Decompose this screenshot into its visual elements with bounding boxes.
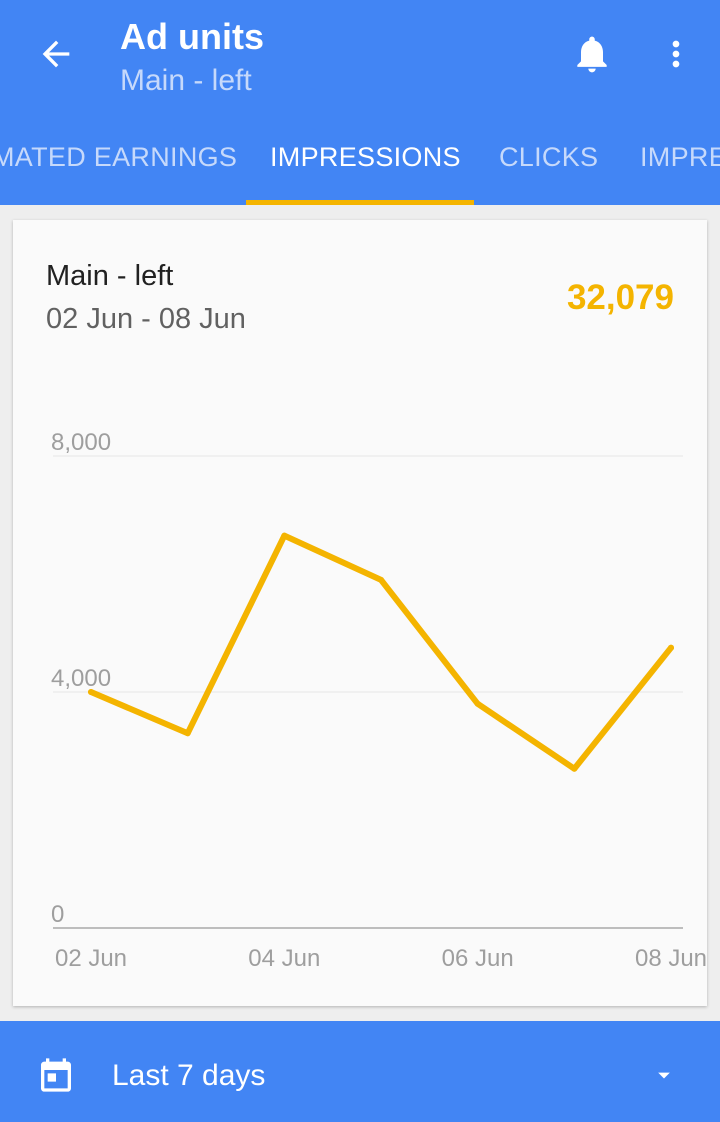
notifications-button[interactable] [566,28,618,80]
data-point [281,532,288,539]
x-tick-label: 08 Jun [635,945,707,972]
date-range-bar[interactable]: Last 7 days [0,1021,720,1122]
tab-clicks[interactable]: CLICKS [499,110,598,205]
more-vert-icon [672,40,680,68]
stats-card: Main - left 02 Jun - 08 Jun 32,079 8,000… [13,220,707,1006]
more-options-button[interactable] [652,28,700,80]
bell-icon [577,36,607,73]
x-tick-label: 02 Jun [55,945,127,972]
impressions-chart: 8,000 4,000 0 02 Jun 04 Jun 06 Jun 08 Jun [51,429,707,972]
date-range-label: Last 7 days [112,1059,266,1092]
series-line [88,532,674,772]
page-subtitle: Main - left [120,64,252,97]
active-tab-indicator [246,200,474,205]
y-tick-label: 4,000 [51,665,111,692]
back-button[interactable] [30,28,82,80]
data-point [571,765,578,772]
calendar-icon [41,1058,71,1092]
x-tick-label: 04 Jun [248,945,320,972]
data-point [88,689,94,695]
data-point [184,730,191,737]
page-title: Ad units [120,16,264,57]
x-tick-label: 06 Jun [442,945,514,972]
y-tick-label: 8,000 [51,429,111,456]
dropdown-arrow-icon [658,1072,670,1079]
tab-estimated-earnings[interactable]: MATED EARNINGS [0,110,237,205]
tab-bar: MATED EARNINGS IMPRESSIONS CLICKS IMPRE [0,110,720,205]
date-range-dropdown-button[interactable] [636,1055,692,1095]
arrow-back-icon [42,40,70,68]
data-point [668,644,674,651]
data-point [378,576,384,583]
tab-impressions[interactable]: IMPRESSIONS [270,110,461,205]
app-bar: Ad units Main - left MATED EARNINGS IMPR… [0,0,720,205]
tab-impression-rpm[interactable]: IMPRE [640,110,720,205]
y-tick-label: 0 [51,901,64,928]
data-point [474,700,481,707]
